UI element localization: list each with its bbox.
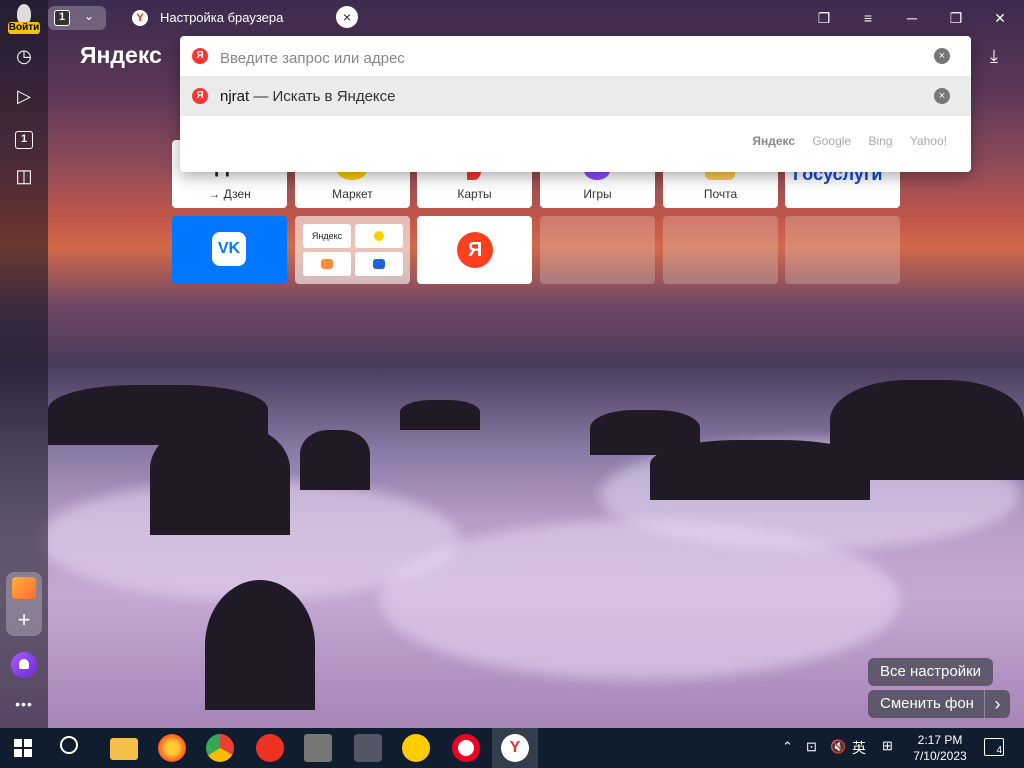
close-window-icon[interactable]: ✕ [988,6,1012,30]
screenshot-icon[interactable]: ◫ [12,164,36,188]
suggestion-query: njrat [220,88,250,105]
file-explorer-icon[interactable] [110,738,138,760]
engine-yandex[interactable]: Яндекс [752,134,795,148]
vk-logo-icon: VK [212,232,246,266]
user-icon [17,4,31,24]
sidebar-apps-panel: + [6,572,42,636]
yandex-brand[interactable]: Яндекс [80,42,162,69]
engine-google[interactable]: Google [812,134,851,148]
mail-icon[interactable] [12,577,36,599]
search-icon[interactable] [60,736,78,754]
search-engine-switcher: Яндекс Google Bing Yahoo! [738,134,947,148]
login-label: Войти [8,22,40,34]
group-item-mail [303,252,351,276]
change-background-button[interactable]: Сменить фон › [868,690,1010,718]
network-icon[interactable]: ⊡ [806,739,817,755]
yandex-search-icon: Я [192,88,208,104]
chevron-down-icon: ⌄ [84,9,95,23]
tile-label: Игры [583,187,612,201]
left-sidebar: Войти ◷ ▷ 1 ◫ + ••• [0,0,48,728]
tab-counter-button[interactable]: 1 ⌄ [48,6,106,30]
alice-assistant-icon[interactable] [11,652,37,678]
omnibox-dropdown: Я × Я njrat — Искать в Яндексе × Яндекс … [180,36,971,172]
world-of-tanks-icon[interactable] [354,734,382,762]
windows-start-icon[interactable] [14,739,32,757]
group-item-disk [355,252,403,276]
opera-icon[interactable] [452,734,480,762]
yandex-games-icon[interactable] [402,734,430,762]
tile-vk[interactable]: VK [172,216,287,284]
tile-group-folder[interactable]: Яндекс [295,216,410,284]
disk-icon [373,259,385,269]
tile-empty[interactable] [785,216,900,284]
clock[interactable]: 2:17 PM 7/10/2023 [908,732,972,764]
firefox-icon[interactable] [158,734,186,762]
change-background-label: Сменить фон [880,695,974,712]
chrome-icon[interactable] [206,734,234,762]
tile-label: → Дзен [208,187,251,201]
tile-empty[interactable] [540,216,655,284]
windows-taskbar: Y ⌃ ⊡ 🔇 英 ⊞ 2:17 PM 7/10/2023 4 [0,728,1024,768]
ccleaner-icon[interactable] [256,734,284,762]
bookmarks-icon[interactable]: ❐ [812,6,836,30]
login-avatar[interactable]: Войти [8,4,40,34]
tile-yandex[interactable]: Я [417,216,532,284]
all-settings-button[interactable]: Все настройки [868,658,994,686]
tab-count-badge: 1 [15,131,33,149]
yandex-logo-icon: Я [457,232,493,268]
keyboard-grid-icon[interactable]: ⊞ [882,738,893,754]
tile-empty[interactable] [663,216,778,284]
more-icon[interactable]: ••• [12,692,36,716]
add-icon[interactable]: + [6,608,42,632]
tray-chevron-up-icon[interactable]: ⌃ [782,739,793,755]
engine-bing[interactable]: Bing [868,134,892,148]
title-bar: 1 ⌄ Y Настройка браузера × ❐ ≡ ─ ❐ ✕ [48,0,1024,36]
download-icon[interactable]: ⤓ [990,46,998,67]
group-item-market [355,224,403,248]
restore-icon[interactable]: ❐ [944,6,968,30]
volume-muted-icon[interactable]: 🔇 [830,739,846,755]
tile-label: Маркет [332,187,373,201]
tile-label: Почта [703,187,738,201]
tabs-icon[interactable]: 1 [12,124,36,149]
minimize-icon[interactable]: ─ [900,6,924,30]
chevron-right-icon[interactable]: › [983,690,1010,718]
close-tab-icon[interactable]: × [336,6,358,28]
active-tab[interactable]: Y Настройка браузера [124,6,364,30]
ime-indicator[interactable]: 英 [852,738,866,758]
address-input[interactable] [220,48,920,68]
play-icon[interactable]: ▷ [12,84,36,108]
yandex-browser-favicon-icon: Y [132,10,148,26]
notification-center-icon[interactable]: 4 [984,738,1004,756]
tile-label: Карты [457,187,492,201]
history-icon[interactable]: ◷ [12,44,36,68]
app-icon[interactable] [304,734,332,762]
group-item-yandex: Яндекс [303,224,351,248]
clock-time: 2:17 PM [917,733,963,747]
yandex-search-icon: Я [192,48,208,64]
suggestion-suffix: — Искать в Яндексе [249,88,396,105]
suggestion-text: njrat — Искать в Яндексе [220,88,395,105]
market-icon [374,231,384,241]
clear-input-icon[interactable]: × [934,48,950,64]
clock-date: 7/10/2023 [913,749,967,763]
menu-icon[interactable]: ≡ [856,6,880,30]
remove-suggestion-icon[interactable]: × [934,88,950,104]
tab-count: 1 [54,10,70,26]
engine-yahoo[interactable]: Yahoo! [910,134,947,148]
mail-icon [321,259,333,269]
tab-title: Настройка браузера [160,10,284,25]
suggestion-row[interactable]: Я njrat — Искать в Яндексе × [180,76,971,116]
yandex-browser-icon[interactable]: Y [501,734,529,762]
